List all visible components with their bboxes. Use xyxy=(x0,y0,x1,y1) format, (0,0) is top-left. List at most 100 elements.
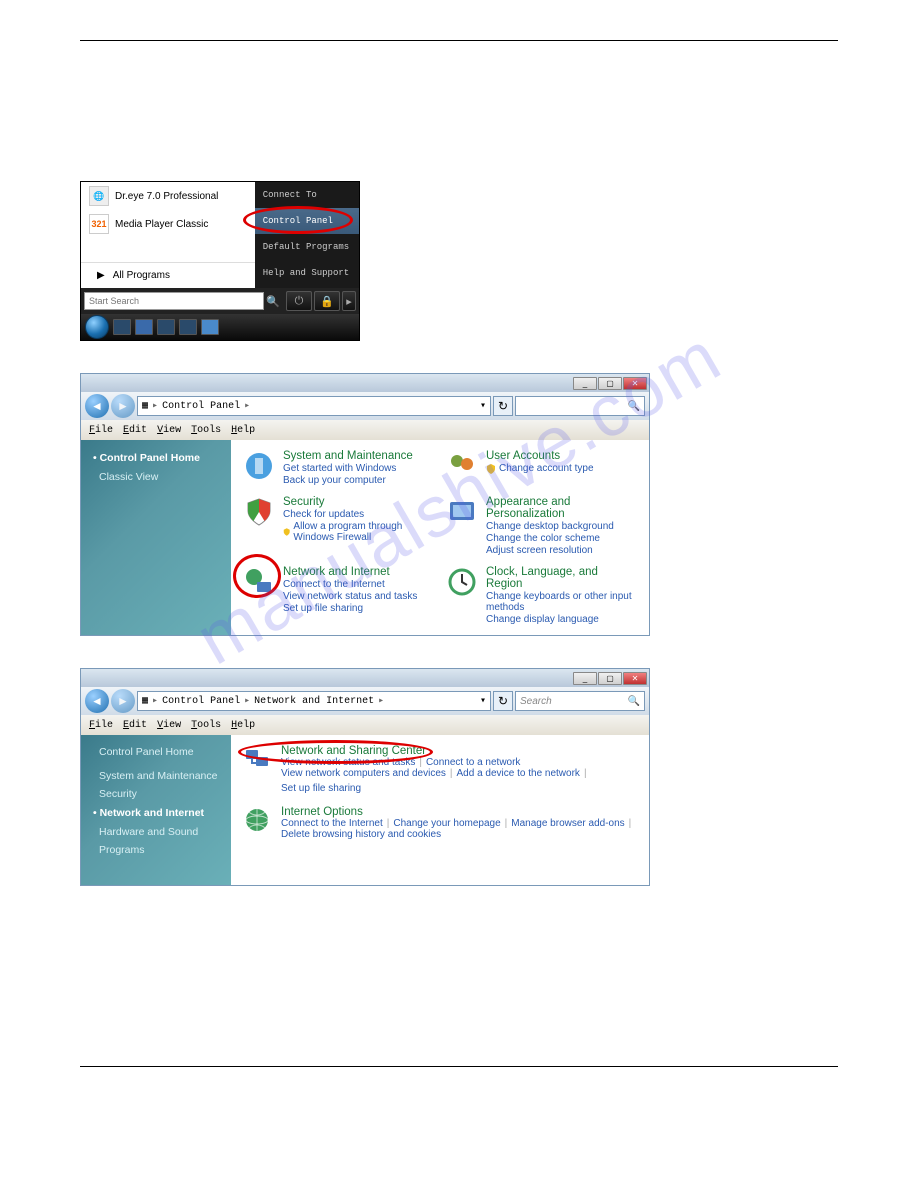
right-item-connect-to[interactable]: Connect To xyxy=(255,182,359,208)
category-link[interactable]: Connect to the Internet xyxy=(283,579,417,590)
category-appearance[interactable]: Appearance and Personalization Change de… xyxy=(446,496,637,556)
search-icon[interactable]: 🔍 xyxy=(264,295,282,308)
power-button[interactable]: ⏻ xyxy=(286,291,312,311)
menu-edit[interactable]: Edit xyxy=(119,424,151,437)
forward-button[interactable]: ► xyxy=(111,394,135,418)
section-title[interactable]: Internet Options xyxy=(281,806,637,818)
menu-tools[interactable]: Tools xyxy=(187,719,225,732)
category-link[interactable]: Change keyboards or other input methods xyxy=(486,591,637,613)
category-link[interactable]: Allow a program through Windows Firewall xyxy=(283,521,434,543)
category-link[interactable]: Set up file sharing xyxy=(283,603,417,614)
start-menu-item-label: Media Player Classic xyxy=(115,219,208,230)
titlebar: _ ▢ ✕ xyxy=(81,669,649,687)
menu-help[interactable]: Help xyxy=(227,719,259,732)
category-link[interactable]: Check for updates xyxy=(283,509,434,520)
task-link[interactable]: View network computers and devices xyxy=(281,768,446,779)
menu-file[interactable]: File xyxy=(85,719,117,732)
link-row: View network status and tasks| Connect t… xyxy=(281,757,637,768)
chevron-down-icon[interactable]: ▾ xyxy=(480,400,486,412)
sidebar-item-system[interactable]: System and Maintenance xyxy=(81,767,231,785)
menu-view[interactable]: View xyxy=(153,719,185,732)
right-item-default-programs[interactable]: Default Programs xyxy=(255,234,359,260)
address-bar[interactable]: ▦ ▸ Control Panel ▸ Network and Internet… xyxy=(137,691,491,711)
start-menu-item-dreye[interactable]: 🌐 Dr.eye 7.0 Professional xyxy=(81,182,255,210)
back-button[interactable]: ◄ xyxy=(85,394,109,418)
start-menu-item-mpc[interactable]: 321 Media Player Classic xyxy=(81,210,255,238)
category-link[interactable]: Change display language xyxy=(486,614,637,625)
task-link[interactable]: Connect to a network xyxy=(426,757,521,768)
taskbar-icon[interactable] xyxy=(113,319,131,335)
sidebar-item-security[interactable]: Security xyxy=(81,785,231,803)
menu-view[interactable]: View xyxy=(153,424,185,437)
sidebar-item-hardware[interactable]: Hardware and Sound xyxy=(81,823,231,841)
right-item-help-support[interactable]: Help and Support xyxy=(255,260,359,286)
menu-bar: File Edit View Tools Help xyxy=(81,420,649,440)
category-link[interactable]: Get started with Windows xyxy=(283,463,413,474)
all-programs-button[interactable]: ▶ All Programs xyxy=(81,262,255,288)
close-button[interactable]: ✕ xyxy=(623,377,647,390)
network-internet-window: _ ▢ ✕ ◄ ► ▦ ▸ Control Panel ▸ Network an… xyxy=(80,668,650,886)
category-security[interactable]: Security Check for updates Allow a progr… xyxy=(243,496,434,556)
lock-button[interactable]: 🔒 xyxy=(314,291,340,311)
category-link[interactable]: Change desktop background xyxy=(486,521,637,532)
category-clock[interactable]: Clock, Language, and Region Change keybo… xyxy=(446,566,637,625)
breadcrumb-item[interactable]: Control Panel xyxy=(162,696,240,707)
section-nsc: Network and Sharing Center View network … xyxy=(243,745,637,794)
maximize-button[interactable]: ▢ xyxy=(598,672,622,685)
back-button[interactable]: ◄ xyxy=(85,689,109,713)
minimize-button[interactable]: _ xyxy=(573,377,597,390)
task-link[interactable]: View network status and tasks xyxy=(281,757,415,768)
taskbar-icon[interactable] xyxy=(135,319,153,335)
menu-file[interactable]: File xyxy=(85,424,117,437)
titlebar: _ ▢ ✕ xyxy=(81,374,649,392)
task-link[interactable]: Delete browsing history and cookies xyxy=(281,829,441,840)
sidebar-home[interactable]: Control Panel Home xyxy=(81,743,231,761)
power-menu-button[interactable]: ▸ xyxy=(342,291,356,311)
start-orb[interactable] xyxy=(85,315,109,339)
minimize-button[interactable]: _ xyxy=(573,672,597,685)
sidebar-item-network[interactable]: Network and Internet xyxy=(81,803,231,823)
mpc-icon: 321 xyxy=(89,214,109,234)
taskbar-icon[interactable] xyxy=(157,319,175,335)
refresh-button[interactable]: ↻ xyxy=(493,396,513,416)
category-link[interactable]: Change the color scheme xyxy=(486,533,637,544)
sidebar-item-programs[interactable]: Programs xyxy=(81,841,231,859)
maximize-button[interactable]: ▢ xyxy=(598,377,622,390)
task-link[interactable]: Add a device to the network xyxy=(457,768,580,779)
chevron-down-icon[interactable]: ▾ xyxy=(480,695,486,707)
nsc-icon xyxy=(243,745,271,773)
task-link[interactable]: Manage browser add-ons xyxy=(511,818,624,829)
category-link[interactable]: View network status and tasks xyxy=(283,591,417,602)
start-menu-left-pane: 🌐 Dr.eye 7.0 Professional 321 Media Play… xyxy=(81,182,255,288)
sidebar-home[interactable]: Control Panel Home xyxy=(81,448,231,468)
category-title: Network and Internet xyxy=(283,566,417,578)
task-link[interactable]: Connect to the Internet xyxy=(281,818,383,829)
menu-help[interactable]: Help xyxy=(227,424,259,437)
category-link[interactable]: Back up your computer xyxy=(283,475,413,486)
task-link[interactable]: Set up file sharing xyxy=(281,783,361,794)
sidebar-classic-view[interactable]: Classic View xyxy=(81,468,231,486)
search-input[interactable]: 🔍 xyxy=(515,396,645,416)
category-users[interactable]: User Accounts Change account type xyxy=(446,450,637,486)
category-link[interactable]: Adjust screen resolution xyxy=(486,545,637,556)
start-menu-screenshot: 🌐 Dr.eye 7.0 Professional 321 Media Play… xyxy=(80,181,360,341)
close-button[interactable]: ✕ xyxy=(623,672,647,685)
refresh-button[interactable]: ↻ xyxy=(493,691,513,711)
menu-edit[interactable]: Edit xyxy=(119,719,151,732)
category-network[interactable]: Network and Internet Connect to the Inte… xyxy=(243,566,434,625)
breadcrumb-item[interactable]: Control Panel xyxy=(162,401,240,412)
breadcrumb-item[interactable]: Network and Internet xyxy=(254,696,374,707)
task-link[interactable]: Change your homepage xyxy=(393,818,500,829)
content-area: Network and Sharing Center View network … xyxy=(231,735,649,885)
right-item-control-panel[interactable]: Control Panel xyxy=(255,208,359,234)
section-title[interactable]: Network and Sharing Center xyxy=(281,745,637,757)
category-link[interactable]: Change account type xyxy=(486,463,594,474)
menu-tools[interactable]: Tools xyxy=(187,424,225,437)
forward-button[interactable]: ► xyxy=(111,689,135,713)
start-search-input[interactable] xyxy=(84,292,264,310)
category-system[interactable]: System and Maintenance Get started with … xyxy=(243,450,434,486)
search-input[interactable]: Search 🔍 xyxy=(515,691,645,711)
taskbar-icon[interactable] xyxy=(179,319,197,335)
taskbar-icon[interactable] xyxy=(201,319,219,335)
address-bar[interactable]: ▦ ▸ Control Panel ▸ ▾ xyxy=(137,396,491,416)
